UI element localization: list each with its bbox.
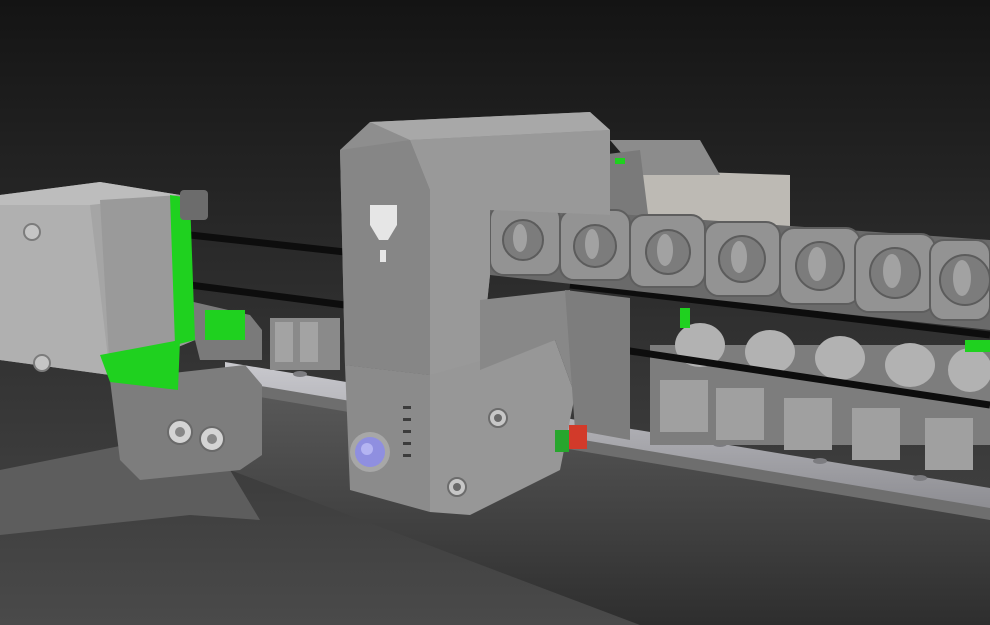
accent-green-mount <box>205 310 245 340</box>
stepper-motor-left <box>0 182 208 390</box>
accent-green-mid <box>680 308 690 328</box>
blue-push-fitting <box>350 432 390 472</box>
render-scene <box>0 0 990 625</box>
accent-green-right <box>965 340 990 352</box>
end-marker-green <box>555 430 569 452</box>
carriage-render <box>0 0 990 625</box>
end-marker-red <box>569 425 587 449</box>
